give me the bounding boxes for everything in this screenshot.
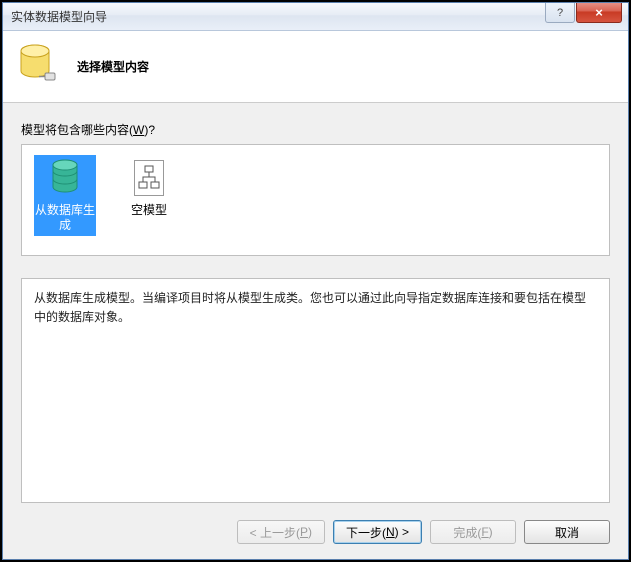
content-prompt: 模型将包含哪些内容(W)? — [21, 121, 610, 138]
cancel-label: 取消 — [555, 524, 579, 541]
finish-hotkey: F — [481, 525, 488, 539]
body-panel: 模型将包含哪些内容(W)? 从数据库生成 — [3, 103, 628, 517]
prompt-text: 模型将包含哪些内容( — [21, 123, 133, 137]
database-icon — [48, 157, 82, 199]
cancel-button[interactable]: 取消 — [524, 520, 610, 544]
prev-after: ) — [308, 525, 312, 539]
database-large-icon — [19, 43, 59, 90]
button-row: < 上一步(P) 下一步(N) > 完成(F) 取消 — [3, 511, 628, 559]
diagram-icon — [132, 157, 166, 199]
next-before: 下一步( — [346, 524, 386, 541]
description-box: 从数据库生成模型。当编译项目时将从模型生成类。您也可以通过此向导指定数据库连接和… — [21, 278, 610, 503]
header-title: 选择模型内容 — [77, 58, 149, 75]
prompt-hotkey: W — [133, 123, 144, 137]
close-icon: × — [595, 5, 603, 20]
help-icon: ? — [557, 7, 563, 19]
prev-before: < 上一步( — [250, 524, 300, 541]
option-generate-from-db[interactable]: 从数据库生成 — [34, 155, 96, 236]
option-empty-model[interactable]: 空模型 — [118, 155, 180, 221]
next-after: ) > — [395, 525, 409, 539]
prev-hotkey: P — [300, 525, 308, 539]
next-button[interactable]: 下一步(N) > — [333, 520, 422, 544]
option-box: 从数据库生成 空模型 — [21, 144, 610, 256]
titlebar: 实体数据模型向导 ? × — [3, 3, 628, 31]
finish-after: ) — [489, 525, 493, 539]
finish-button: 完成(F) — [430, 520, 516, 544]
description-text: 从数据库生成模型。当编译项目时将从模型生成类。您也可以通过此向导指定数据库连接和… — [34, 291, 586, 324]
finish-before: 完成( — [453, 524, 481, 541]
next-hotkey: N — [386, 525, 395, 539]
window-title: 实体数据模型向导 — [11, 8, 545, 25]
option-label: 从数据库生成 — [35, 203, 95, 232]
wizard-window: 实体数据模型向导 ? × 选择模型内容 模型将包含哪些内容(W)? — [2, 2, 629, 560]
prompt-text-after: )? — [144, 123, 155, 137]
close-button[interactable]: × — [576, 3, 622, 23]
option-label: 空模型 — [131, 203, 167, 217]
titlebar-buttons: ? × — [545, 3, 628, 30]
previous-button: < 上一步(P) — [237, 520, 325, 544]
help-button[interactable]: ? — [545, 3, 575, 23]
header-panel: 选择模型内容 — [3, 31, 628, 103]
